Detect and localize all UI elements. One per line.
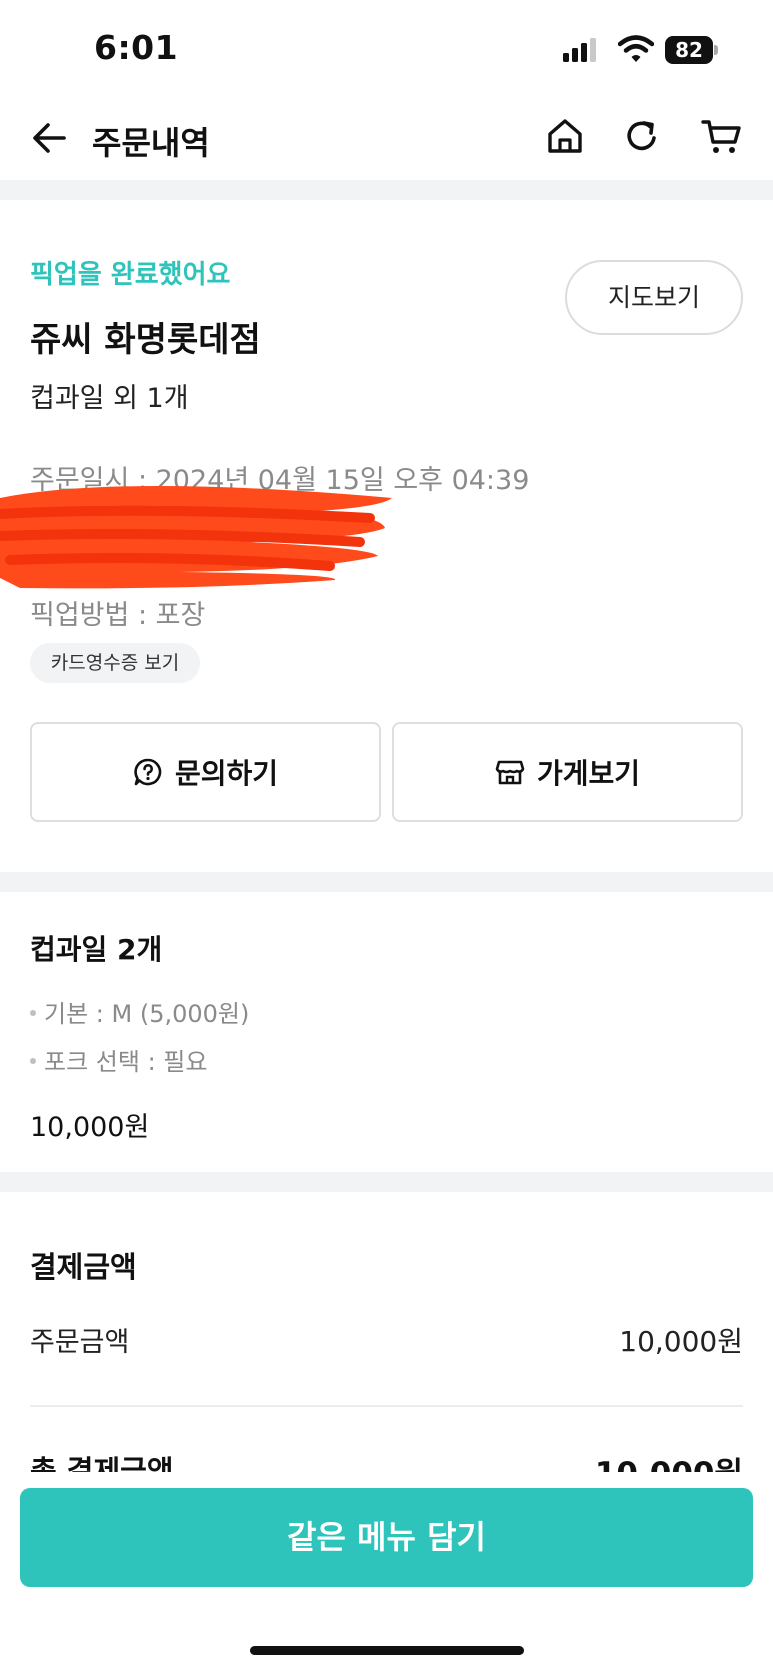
- inquiry-label: 문의하기: [174, 757, 279, 790]
- status-time: 6:01: [94, 28, 179, 67]
- card-receipt-button[interactable]: 카드영수증 보기: [30, 643, 200, 683]
- home-icon[interactable]: [543, 114, 587, 158]
- pickup-status: 픽업을 완료했어요: [30, 260, 231, 290]
- battery-level: 82: [665, 36, 713, 64]
- refresh-icon[interactable]: [620, 114, 664, 158]
- menu-option: 기본 : M (5,000원): [30, 994, 249, 1029]
- app-header: 주문내역: [0, 100, 773, 180]
- add-same-menu-button[interactable]: 같은 메뉴 담기: [20, 1488, 753, 1587]
- store-icon: [495, 760, 525, 785]
- store-view-button[interactable]: 가게보기: [392, 722, 743, 822]
- menu-option-text: 기본 : M (5,000원): [44, 1000, 250, 1028]
- inquiry-button[interactable]: 문의하기: [30, 722, 381, 822]
- question-bubble-icon: [134, 758, 162, 786]
- menu-item-price: 10,000원: [30, 1112, 150, 1143]
- section-divider: [0, 872, 773, 892]
- order-amount-value: 10,000원: [619, 1325, 743, 1358]
- battery-icon: 82: [665, 36, 718, 64]
- payment-title: 결제금액: [30, 1250, 137, 1284]
- home-indicator[interactable]: [250, 1646, 524, 1655]
- order-amount-label: 주문금액: [30, 1327, 130, 1358]
- store-view-label: 가게보기: [536, 757, 641, 790]
- pickup-method: 픽업방법 : 포장: [30, 600, 206, 631]
- wifi-icon: [618, 35, 654, 62]
- redaction-scribble: [0, 486, 392, 589]
- payment-divider: [30, 1405, 743, 1407]
- cart-icon[interactable]: [700, 114, 744, 158]
- page-title: 주문내역: [92, 124, 210, 162]
- store-name: 쥬씨 화명롯데점: [30, 320, 261, 360]
- menu-option: 포크 선택 : 필요: [30, 1042, 207, 1077]
- cellular-signal-icon: [563, 38, 599, 62]
- section-divider: [0, 180, 773, 200]
- menu-item-name: 컵과일 2개: [30, 933, 163, 966]
- menu-option-text: 포크 선택 : 필요: [44, 1048, 208, 1076]
- map-button[interactable]: 지도보기: [565, 260, 743, 335]
- back-arrow-icon[interactable]: [28, 116, 72, 160]
- order-summary: 컵과일 외 1개: [30, 383, 189, 414]
- status-bar: 6:01 82: [0, 0, 773, 100]
- section-divider: [0, 1172, 773, 1192]
